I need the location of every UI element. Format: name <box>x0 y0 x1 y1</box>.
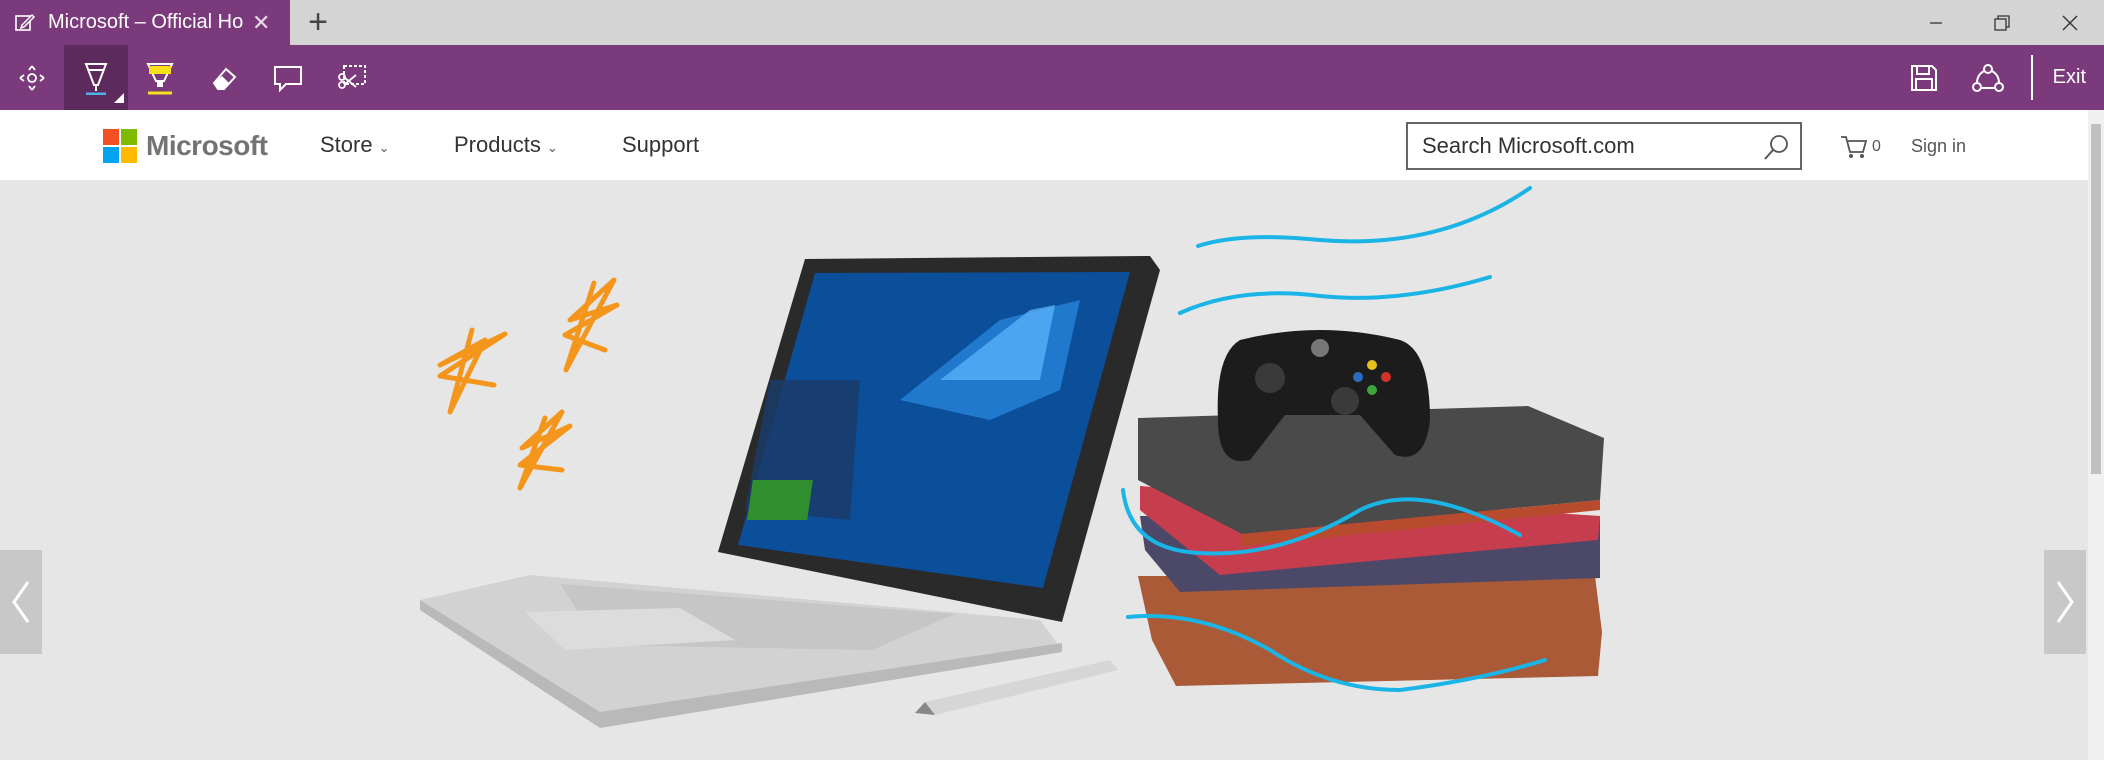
chevron-down-icon: ⌄ <box>378 140 390 155</box>
orange-star-doodles <box>437 277 620 491</box>
brand-name: Microsoft <box>146 130 268 161</box>
dropdown-corner-icon <box>114 93 124 103</box>
chevron-left-icon <box>12 581 30 623</box>
toolbar-divider <box>2031 55 2033 100</box>
highlighter-icon <box>146 62 174 94</box>
save-icon <box>1911 64 1937 91</box>
minimize-icon <box>1930 21 1942 24</box>
tab-title: Microsoft – Official Hon <box>48 11 244 33</box>
restore-button[interactable] <box>1972 0 2032 45</box>
ballpoint-pen-button[interactable] <box>64 45 128 110</box>
restore-icon <box>1994 14 2010 31</box>
pan-tool-button[interactable] <box>0 45 64 110</box>
carousel-prev-button[interactable] <box>0 550 42 654</box>
books-stack-image <box>1138 406 1604 686</box>
nav-products-label: Products <box>454 132 541 157</box>
add-note-button[interactable] <box>256 45 320 110</box>
share-icon <box>1972 63 2004 92</box>
eraser-icon <box>212 67 237 90</box>
hero-illustration <box>420 186 1604 728</box>
browser-tab[interactable]: Microsoft – Official Hon ✕ <box>0 0 290 45</box>
cart-count: 0 <box>1872 138 1881 155</box>
highlighter-button[interactable] <box>128 45 192 110</box>
cart-link[interactable]: 0 <box>1840 134 1881 160</box>
edit-note-icon <box>15 13 36 31</box>
pan-icon <box>19 64 45 91</box>
tab-close-icon[interactable]: ✕ <box>252 10 270 36</box>
nav-support[interactable]: Support <box>622 110 699 180</box>
laptop-image <box>420 256 1160 728</box>
close-window-button[interactable] <box>2040 0 2100 45</box>
nav-support-label: Support <box>622 132 700 157</box>
cart-icon <box>1841 136 1868 158</box>
nav-store-label: Store <box>320 132 373 157</box>
nav-store[interactable]: Store ⌄ <box>320 110 390 180</box>
chevron-down-icon: ⌄ <box>546 140 558 155</box>
pen-icon <box>84 62 108 95</box>
sign-in-link[interactable]: Sign in <box>1911 136 1966 157</box>
search-input[interactable] <box>1408 124 1766 168</box>
close-icon <box>2062 15 2078 30</box>
scrollbar-thumb[interactable] <box>2091 124 2101 474</box>
search-box <box>1406 122 1802 170</box>
share-button[interactable] <box>1956 45 2020 110</box>
note-icon <box>274 65 302 92</box>
windows-logo-icon <box>103 129 137 163</box>
eraser-button[interactable] <box>192 45 256 110</box>
clip-button[interactable] <box>320 45 384 110</box>
hero-banner <box>0 180 2088 760</box>
new-tab-button[interactable]: + <box>300 4 336 40</box>
minimize-button[interactable] <box>1906 0 1966 45</box>
search-icon[interactable] <box>1762 134 1790 162</box>
microsoft-logo[interactable]: Microsoft <box>103 129 268 163</box>
carousel-next-button[interactable] <box>2044 550 2086 654</box>
nav-products[interactable]: Products ⌄ <box>454 110 558 180</box>
save-button[interactable] <box>1892 45 1956 110</box>
chevron-right-icon <box>2056 581 2074 623</box>
clip-icon <box>338 64 366 89</box>
exit-button[interactable]: Exit <box>2053 45 2086 110</box>
